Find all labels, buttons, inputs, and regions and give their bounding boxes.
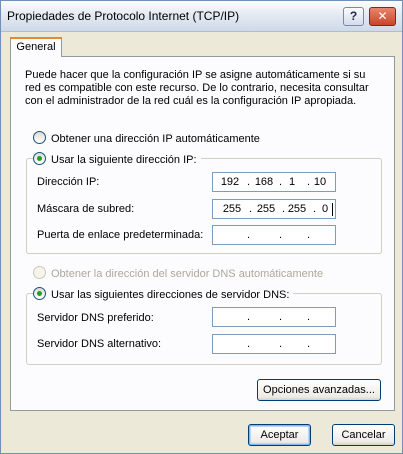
dns-manual-radio[interactable] xyxy=(33,287,46,300)
ip-manual-radio[interactable] xyxy=(33,152,46,165)
subnet-mask-label: Máscara de subred: xyxy=(37,203,135,215)
ip-octet-2: 168 xyxy=(254,176,274,188)
close-button[interactable]: ✕ xyxy=(369,7,396,26)
ip-dot: . xyxy=(307,338,311,350)
mask-octet-1: 255 xyxy=(222,203,242,215)
dns-manual-label: Usar las siguientes direcciones de servi… xyxy=(51,289,290,301)
ip-dot: . xyxy=(247,229,251,241)
ip-octet-1: 192 xyxy=(220,176,240,188)
mask-octet-4: 0 xyxy=(321,203,329,215)
dns-auto-option: Obtener la dirección del servidor DNS au… xyxy=(33,266,323,280)
dns-manual-option[interactable]: Usar las siguientes direcciones de servi… xyxy=(33,287,294,301)
ip-auto-label: Obtener una dirección IP automáticamente xyxy=(51,133,260,145)
ip-dot: . xyxy=(247,338,251,350)
ip-address-field[interactable]: 192 . 168 . 1 . 10 xyxy=(212,172,336,192)
mask-octet-2: 255 xyxy=(256,203,276,215)
ip-dot: . xyxy=(279,338,283,350)
dns-auto-label: Obtener la dirección del servidor DNS au… xyxy=(51,268,324,280)
ip-auto-radio[interactable] xyxy=(33,131,46,144)
subnet-mask-field[interactable]: 255 . 255 . 255 . 0 xyxy=(212,199,336,219)
ip-octet-4: 10 xyxy=(313,176,327,188)
ip-manual-label: Usar la siguiente dirección IP: xyxy=(51,154,197,166)
ip-manual-option[interactable]: Usar la siguiente dirección IP: xyxy=(33,152,201,166)
tab-general[interactable]: General xyxy=(10,37,62,57)
description-text: Puede hacer que la configuración IP se a… xyxy=(25,69,369,107)
ok-button[interactable]: Aceptar xyxy=(248,424,311,446)
ip-octet-3: 1 xyxy=(288,176,296,188)
title-bar[interactable]: Propiedades de Protocolo Internet (TCP/I… xyxy=(1,1,402,32)
ip-dot: . xyxy=(249,203,253,215)
cancel-button[interactable]: Cancelar xyxy=(332,424,395,446)
ip-dot: . xyxy=(247,311,251,323)
preferred-dns-label: Servidor DNS preferido: xyxy=(37,312,154,324)
alternate-dns-label: Servidor DNS alternativo: xyxy=(37,338,162,350)
help-button[interactable]: ? xyxy=(343,7,364,26)
ip-dot: . xyxy=(307,311,311,323)
ip-auto-option[interactable]: Obtener una dirección IP automáticamente xyxy=(33,131,260,145)
dns-auto-radio xyxy=(33,266,46,279)
gateway-label: Puerta de enlace predeterminada: xyxy=(37,229,204,241)
preferred-dns-field[interactable]: . . . xyxy=(212,307,336,327)
ip-address-label: Dirección IP: xyxy=(37,176,100,188)
ip-dot: . xyxy=(247,176,251,188)
mask-octet-3: 255 xyxy=(287,203,307,215)
ip-dot: . xyxy=(279,229,283,241)
ip-dot: . xyxy=(279,311,283,323)
text-caret xyxy=(332,203,333,216)
advanced-options-button[interactable]: Opciones avanzadas... xyxy=(257,379,381,401)
alternate-dns-field[interactable]: . . . xyxy=(212,334,336,354)
ip-dot: . xyxy=(307,229,311,241)
tcpip-properties-dialog: Propiedades de Protocolo Internet (TCP/I… xyxy=(0,0,403,454)
gateway-field[interactable]: . . . xyxy=(212,225,336,245)
window-title: Propiedades de Protocolo Internet (TCP/I… xyxy=(7,9,240,23)
dns-groupbox xyxy=(26,293,382,365)
